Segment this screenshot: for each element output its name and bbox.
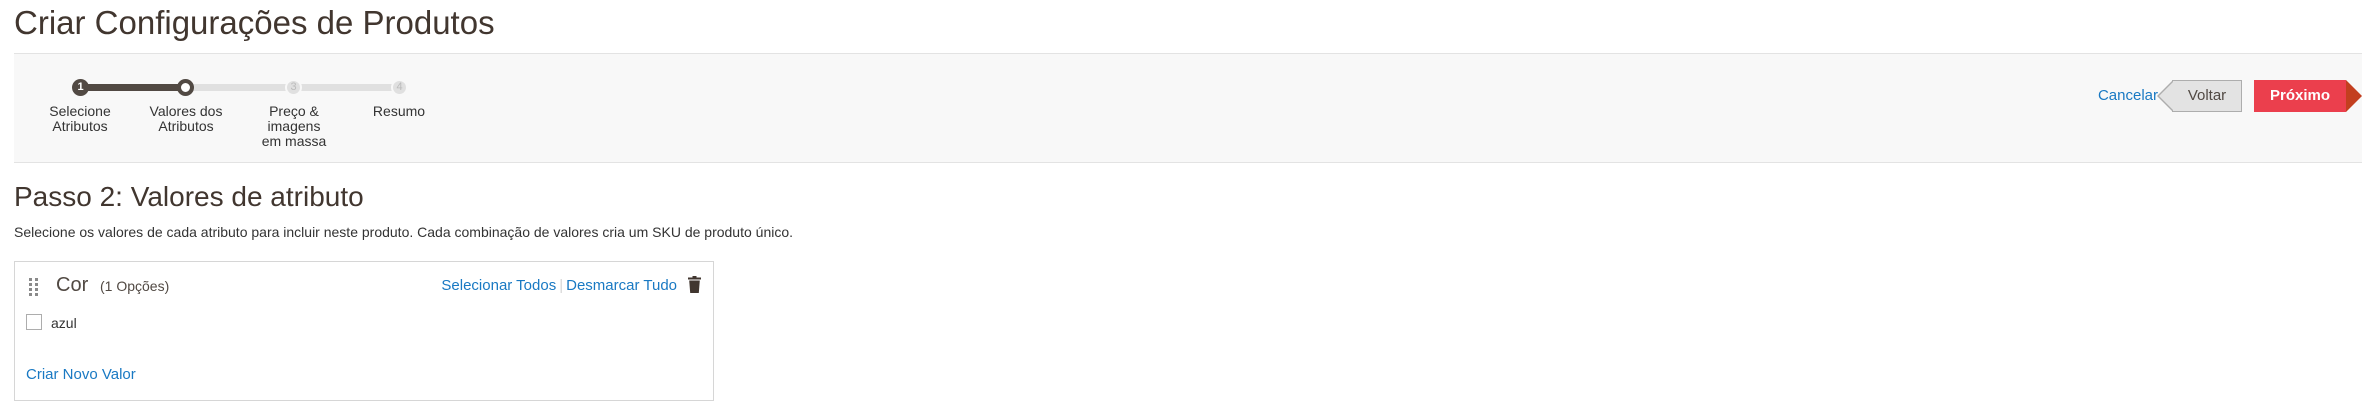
step-4-marker: 4 <box>391 79 408 96</box>
next-button[interactable]: Próximo <box>2254 80 2362 112</box>
back-button[interactable]: Voltar <box>2157 80 2242 112</box>
progress-track-completed <box>80 84 186 91</box>
step-1-marker[interactable]: 1 <box>72 79 89 96</box>
wizard-progress: 1 3 4 Selecione Atributos Valores dos At… <box>14 53 2362 163</box>
attribute-values-panel: Cor (1 Opções) Selecionar Todos | Desmarca… <box>14 261 714 401</box>
next-arrow-icon <box>2346 80 2362 112</box>
option-checkbox[interactable] <box>26 314 42 330</box>
back-arrow-icon <box>2157 80 2174 112</box>
step-4-label: Resumo <box>372 103 426 119</box>
step-description: Selecione os valores de cada atributo pa… <box>14 224 794 240</box>
drag-handle-icon[interactable] <box>29 278 39 296</box>
step-3-label: Preço & imagens em massa <box>261 103 327 149</box>
step-2-marker[interactable] <box>177 79 194 96</box>
page-title: Criar Configurações de Produtos <box>14 4 495 41</box>
next-button-label: Próximo <box>2269 87 2330 104</box>
step-3-marker: 3 <box>285 79 302 96</box>
attribute-option-count: (1 Opções) <box>100 278 170 294</box>
option-label[interactable]: azul <box>51 315 77 331</box>
step-heading: Passo 2: Valores de atributo <box>14 181 364 212</box>
attribute-actions: Selecionar Todos | Desmarcar Tudo <box>441 277 677 294</box>
cancel-button[interactable]: Cancelar <box>2098 87 2158 104</box>
step-2-label[interactable]: Valores dos Atributos <box>136 104 236 134</box>
step-1-label[interactable]: Selecione Atributos <box>30 104 130 134</box>
select-all-link[interactable]: Selecionar Todos <box>441 277 556 294</box>
link-separator: | <box>559 277 564 294</box>
create-new-value-link[interactable]: Criar Novo Valor <box>26 366 136 383</box>
attribute-name: Cor <box>56 274 89 296</box>
trash-icon[interactable] <box>688 276 701 293</box>
deselect-all-link[interactable]: Desmarcar Tudo <box>566 277 677 294</box>
back-button-label: Voltar <box>2187 87 2227 104</box>
